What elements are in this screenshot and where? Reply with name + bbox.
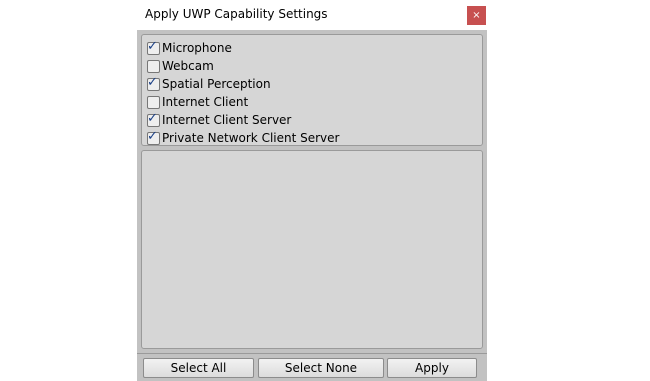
title-bar[interactable]: Apply UWP Capability Settings × bbox=[137, 0, 487, 30]
close-icon: × bbox=[472, 10, 481, 21]
output-panel bbox=[141, 150, 483, 349]
capabilities-panel: ✓ Microphone Webcam ✓ Spatial Perception… bbox=[141, 34, 483, 146]
capability-label: Private Network Client Server bbox=[162, 131, 340, 145]
close-button[interactable]: × bbox=[467, 6, 486, 25]
checkmark-icon: ✓ bbox=[147, 74, 158, 90]
checkbox-internet-client[interactable] bbox=[147, 95, 160, 109]
checkbox-internet-client-server[interactable]: ✓ bbox=[147, 110, 160, 127]
checkbox-webcam[interactable] bbox=[147, 59, 160, 73]
capability-label: Internet Client Server bbox=[162, 113, 292, 127]
checkbox-private-network-client-server[interactable]: ✓ bbox=[147, 128, 160, 145]
capability-label: Spatial Perception bbox=[162, 77, 271, 91]
checkmark-icon: ✓ bbox=[147, 128, 158, 144]
capability-label: Internet Client bbox=[162, 95, 249, 109]
capability-private-network-client-server[interactable]: ✓ Private Network Client Server bbox=[147, 129, 339, 147]
checkbox-microphone[interactable]: ✓ bbox=[147, 38, 160, 55]
apply-button[interactable]: Apply bbox=[387, 358, 477, 378]
capability-microphone[interactable]: ✓ Microphone bbox=[147, 39, 232, 57]
checkmark-icon: ✓ bbox=[147, 110, 158, 126]
capability-label: Webcam bbox=[162, 59, 214, 73]
button-bar: Select All Select None Apply bbox=[137, 353, 487, 381]
capability-spatial-perception[interactable]: ✓ Spatial Perception bbox=[147, 75, 271, 93]
capability-label: Microphone bbox=[162, 41, 232, 55]
capability-webcam[interactable]: Webcam bbox=[147, 57, 214, 75]
capability-internet-client[interactable]: Internet Client bbox=[147, 93, 248, 111]
window-title: Apply UWP Capability Settings bbox=[145, 7, 328, 21]
window-client-area: ✓ Microphone Webcam ✓ Spatial Perception… bbox=[137, 30, 487, 381]
capability-internet-client-server[interactable]: ✓ Internet Client Server bbox=[147, 111, 291, 129]
capability-settings-window: Apply UWP Capability Settings × ✓ Microp… bbox=[137, 0, 487, 381]
select-all-button[interactable]: Select All bbox=[143, 358, 254, 378]
checkmark-icon: ✓ bbox=[147, 38, 158, 54]
checkbox-spatial-perception[interactable]: ✓ bbox=[147, 74, 160, 91]
select-none-button[interactable]: Select None bbox=[258, 358, 384, 378]
